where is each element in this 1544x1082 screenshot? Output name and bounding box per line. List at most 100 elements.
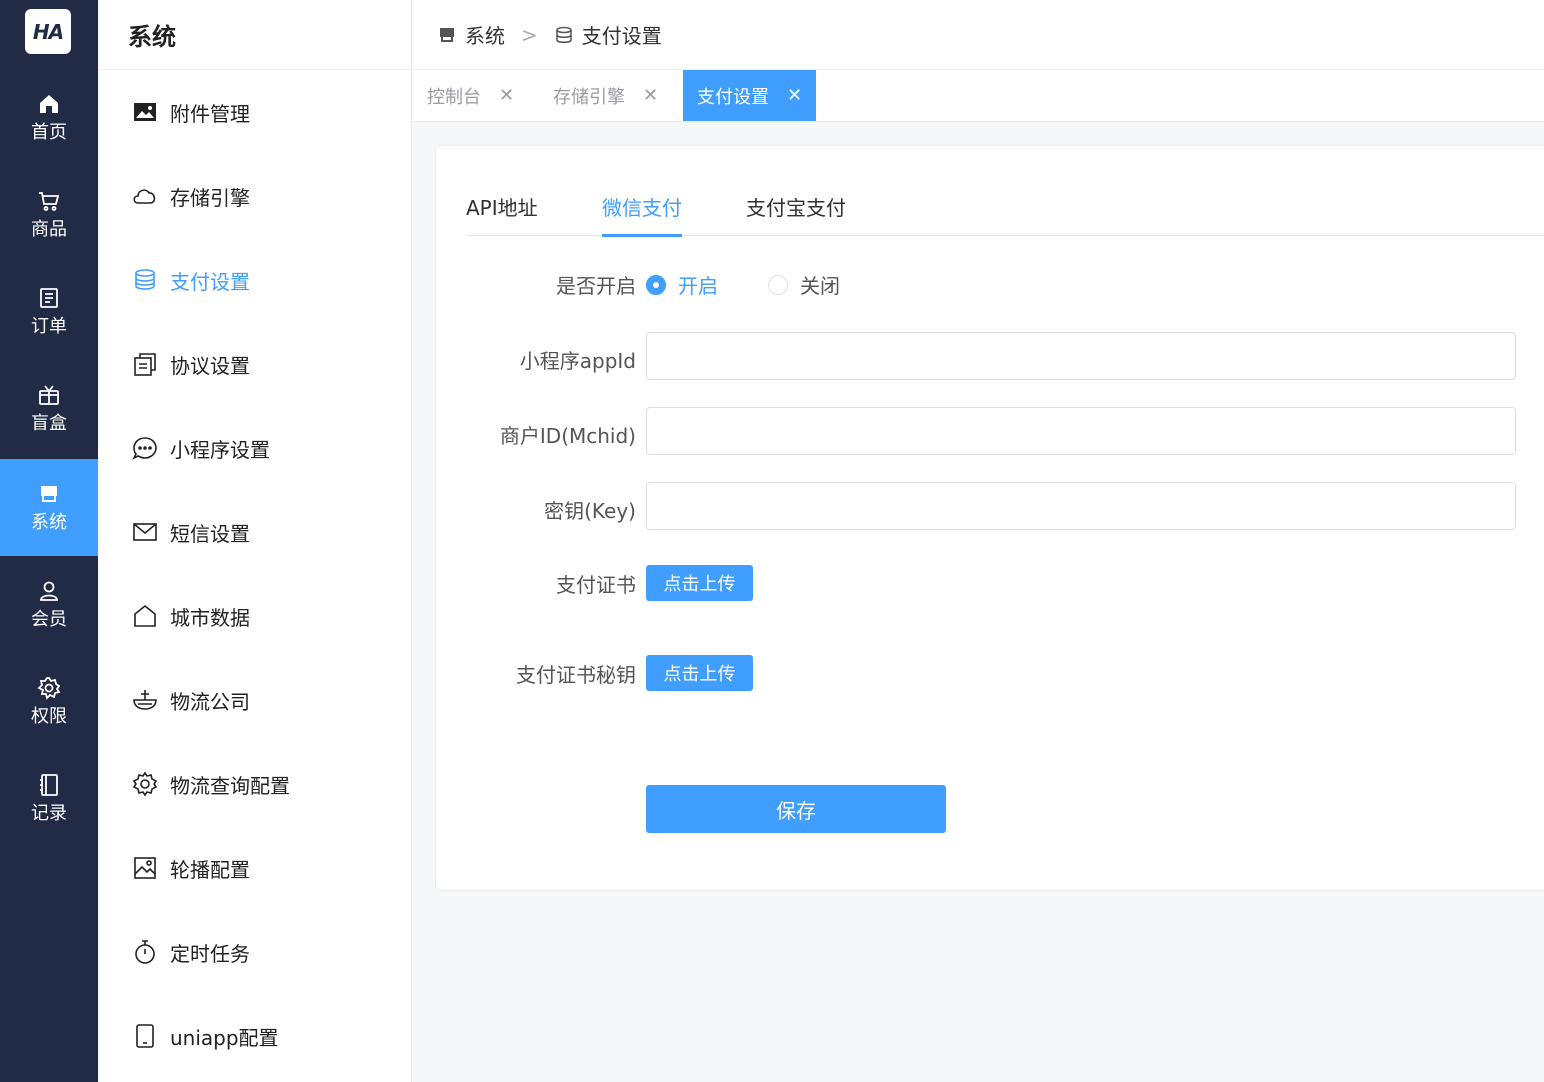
gear-icon xyxy=(37,676,61,700)
payment-tabs: API地址 微信支付 支付宝支付 xyxy=(466,146,1544,237)
close-icon[interactable]: ✕ xyxy=(499,85,514,106)
submenu-item-label: 存储引擎 xyxy=(170,185,250,210)
rail-item-label: 商品 xyxy=(31,218,67,240)
close-icon[interactable]: ✕ xyxy=(787,85,802,106)
radio-label: 开启 xyxy=(678,274,718,298)
submenu-item-agreement[interactable]: 协议设置 xyxy=(98,322,411,406)
enabled-on-radio[interactable]: 开启 xyxy=(646,270,718,299)
payment-settings-card: API地址 微信支付 支付宝支付 是否开启 开启 关闭 小程序appId 商户I… xyxy=(435,145,1544,891)
rail-item-home[interactable]: 首页 xyxy=(0,69,98,166)
key-label: 密钥(Key) xyxy=(544,499,636,523)
shop-icon xyxy=(41,485,57,502)
mchid-input[interactable] xyxy=(646,407,1516,455)
enabled-label: 是否开启 xyxy=(556,274,636,298)
stopwatch-icon xyxy=(135,940,155,964)
submenu-item-label: 短信设置 xyxy=(170,521,250,546)
tag-label: 控制台 xyxy=(427,86,481,108)
tags-bar: 控制台 ✕ 存储引擎 ✕ 支付设置 ✕ xyxy=(413,70,1544,122)
rail-item-label: 盲盒 xyxy=(31,412,67,434)
tab-alipay[interactable]: 支付宝支付 xyxy=(746,192,846,236)
bowl-icon xyxy=(133,690,157,710)
home-icon xyxy=(40,94,58,113)
cloud-icon xyxy=(133,189,156,204)
breadcrumb: 系统 > 支付设置 xyxy=(437,20,662,49)
coin-icon xyxy=(556,26,572,43)
submenu-item-city[interactable]: 城市数据 xyxy=(98,574,411,658)
rail-item-label: 权限 xyxy=(31,705,67,727)
radio-label: 关闭 xyxy=(800,274,840,298)
submenu-item-label: 定时任务 xyxy=(170,941,250,966)
enabled-off-radio[interactable]: 关闭 xyxy=(768,270,840,299)
rail-item-records[interactable]: 记录 xyxy=(0,750,98,847)
submenu-item-attachments[interactable]: 附件管理 xyxy=(98,70,411,154)
tag-payment[interactable]: 支付设置 ✕ xyxy=(683,70,817,121)
tag-storage[interactable]: 存储引擎 ✕ xyxy=(553,70,658,121)
submenu-item-uniapp[interactable]: uniapp配置 xyxy=(98,994,411,1078)
gift-box-icon xyxy=(39,384,59,405)
tag-label: 支付设置 xyxy=(697,86,769,108)
tag-label: 存储引擎 xyxy=(553,86,625,108)
copy-document-icon xyxy=(134,353,156,376)
chevron-right-icon: > xyxy=(521,22,538,47)
submenu-item-label: 协议设置 xyxy=(170,353,250,378)
mchid-label: 商户ID(Mchid) xyxy=(499,424,636,448)
tab-api-address[interactable]: API地址 xyxy=(466,192,538,236)
cert-upload-button[interactable]: 点击上传 xyxy=(646,565,753,601)
logo-text: HA xyxy=(32,19,64,44)
cert-key-upload-button[interactable]: 点击上传 xyxy=(646,655,753,691)
submenu-item-label: 附件管理 xyxy=(170,101,250,126)
breadcrumb-root[interactable]: 系统 xyxy=(465,20,505,49)
message-icon xyxy=(133,523,157,541)
rail-item-blindbox[interactable]: 盲盒 xyxy=(0,360,98,457)
key-input[interactable] xyxy=(646,482,1516,530)
submenu-item-scheduled-task[interactable]: 定时任务 xyxy=(98,910,411,994)
rail-item-orders[interactable]: 订单 xyxy=(0,263,98,360)
submenu-item-sms[interactable]: 短信设置 xyxy=(98,490,411,574)
submenu-item-label: 城市数据 xyxy=(170,605,250,630)
rail-item-label: 记录 xyxy=(31,802,67,824)
submenu-item-label: 小程序设置 xyxy=(170,437,270,462)
rail-item-permission[interactable]: 权限 xyxy=(0,653,98,750)
submenu-title: 系统 xyxy=(98,0,411,70)
submenu-item-logistics-query[interactable]: 物流查询配置 xyxy=(98,742,411,826)
rail-item-system[interactable]: 系统 xyxy=(0,459,98,556)
rail-item-goods[interactable]: 商品 xyxy=(0,166,98,263)
setting-icon xyxy=(132,771,158,797)
house-icon xyxy=(134,604,156,627)
notebook-icon xyxy=(40,773,58,796)
radio-dot xyxy=(768,274,788,295)
rail-item-member[interactable]: 会员 xyxy=(0,556,98,653)
cart-icon xyxy=(39,191,60,211)
save-button[interactable]: 保存 xyxy=(646,785,946,833)
user-icon xyxy=(40,581,58,601)
submenu-item-label: 物流公司 xyxy=(170,689,250,714)
submenu-item-carousel[interactable]: 轮播配置 xyxy=(98,826,411,910)
tab-wechat-pay[interactable]: 微信支付 xyxy=(602,192,682,237)
submenu-item-label: 支付设置 xyxy=(170,269,250,294)
cert-key-label: 支付证书秘钥 xyxy=(516,663,636,687)
close-icon[interactable]: ✕ xyxy=(643,85,658,106)
chat-dot-icon xyxy=(132,437,157,460)
submenu-item-logistics[interactable]: 物流公司 xyxy=(98,658,411,742)
tag-console[interactable]: 控制台 ✕ xyxy=(427,70,514,121)
appid-input[interactable] xyxy=(646,332,1516,380)
image-frame-icon xyxy=(134,857,156,879)
appid-label: 小程序appId xyxy=(519,349,636,373)
cert-label: 支付证书 xyxy=(556,573,636,597)
rail-item-label: 会员 xyxy=(31,608,67,630)
document-icon xyxy=(40,287,58,308)
rail-item-label: 首页 xyxy=(31,121,67,143)
submenu-item-label: 轮播配置 xyxy=(170,857,250,882)
top-bar: 系统 > 支付设置 xyxy=(413,0,1544,70)
submenu-item-payment[interactable]: 支付设置 xyxy=(98,238,411,322)
submenu-item-label: uniapp配置 xyxy=(170,1025,279,1050)
main-nav-rail: HA 首页 商品 订单 盲盒 系统 会员 权限 记录 xyxy=(0,0,98,1082)
sub-menu: 系统 附件管理 存储引擎 支付设置 协议设置 小程序设置 短信设置 城市数据 物… xyxy=(98,0,412,1082)
rail-item-label: 订单 xyxy=(31,315,67,337)
coin-icon xyxy=(135,269,155,290)
submenu-item-storage[interactable]: 存储引擎 xyxy=(98,154,411,238)
submenu-item-miniprogram[interactable]: 小程序设置 xyxy=(98,406,411,490)
logo[interactable]: HA xyxy=(25,9,71,54)
radio-dot xyxy=(646,274,666,295)
picture-icon xyxy=(134,103,156,121)
